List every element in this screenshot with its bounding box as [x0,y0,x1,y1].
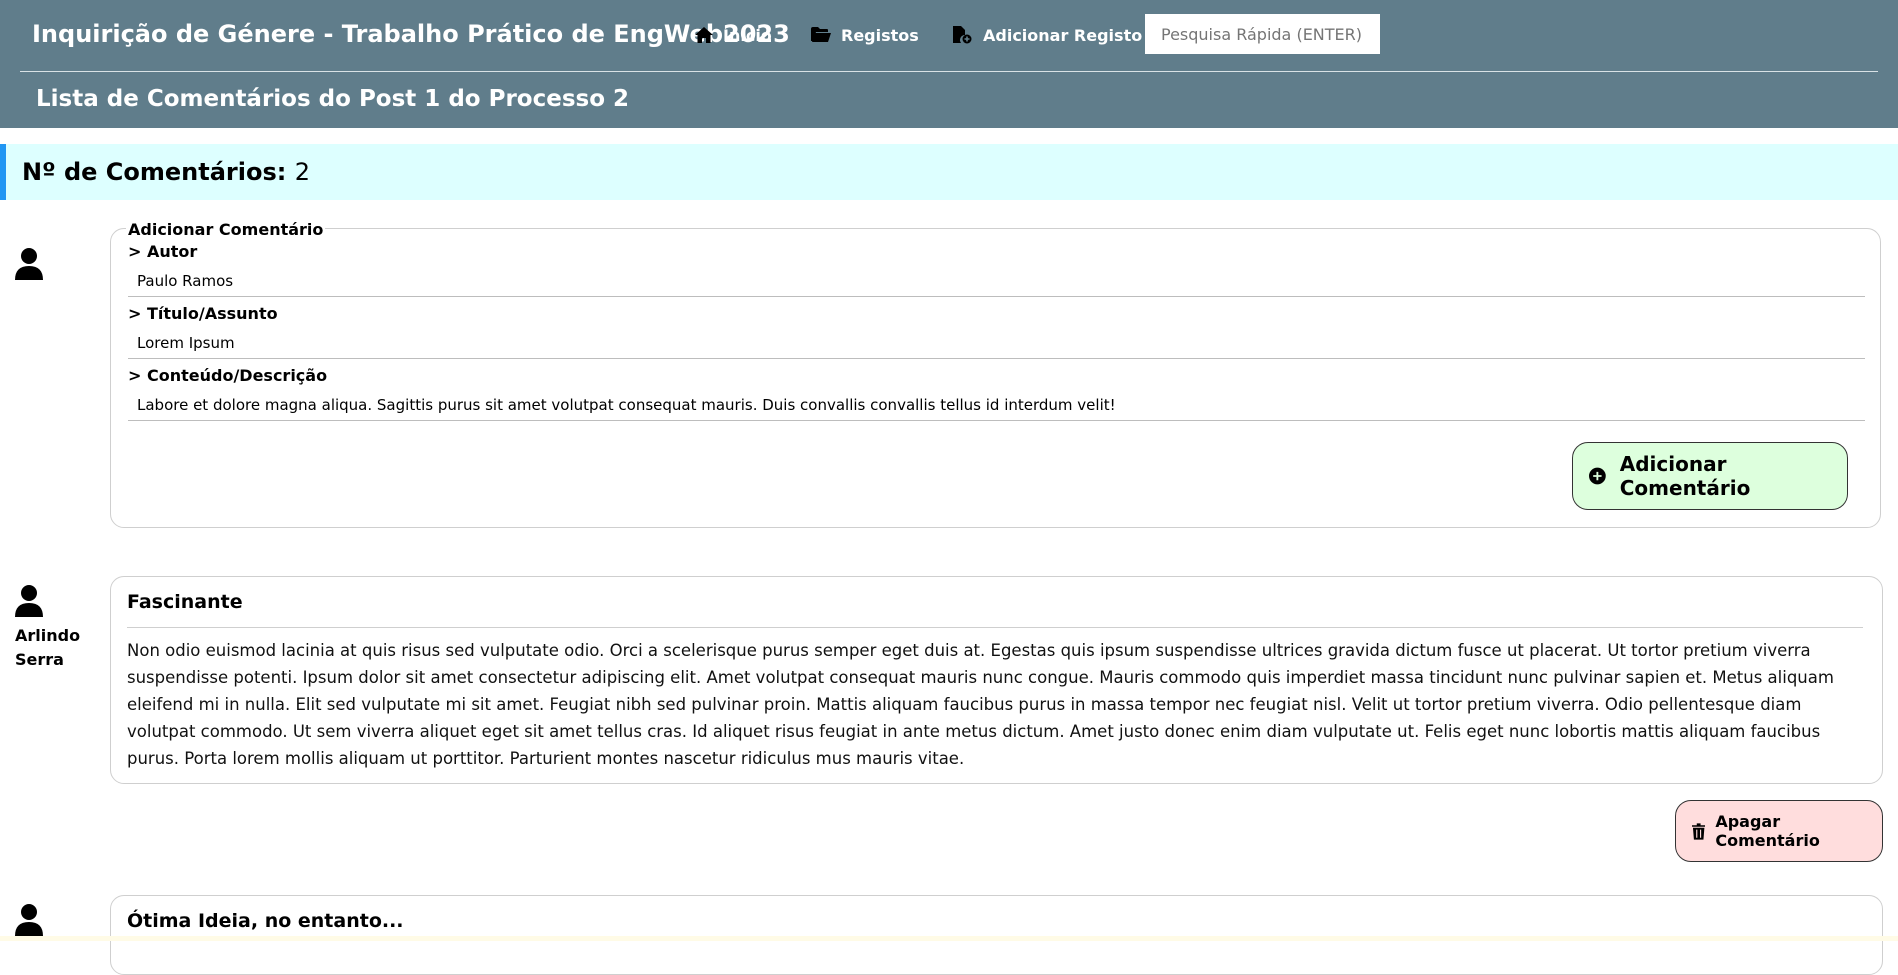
app-title[interactable]: Inquirição de Génere - Trabalho Prático … [32,20,790,48]
comment-count-value: 2 [294,158,311,186]
file-add-icon [953,26,972,44]
trash-icon [1692,822,1706,840]
add-comment-button-label: Adicionar Comentário [1619,452,1751,500]
author-field[interactable]: Paulo Ramos [128,267,1865,297]
user-avatar-icon [15,248,43,284]
user-avatar-icon [15,904,43,940]
add-comment-button[interactable]: Adicionar Comentário [1572,442,1848,510]
comment-author: Arlindo Serra [15,624,95,672]
delete-comment-button[interactable]: Apagar Comentário [1675,800,1883,862]
comment-count: Nº de Comentários: 2 [22,158,310,186]
content-field[interactable]: Labore et dolore magna aliqua. Sagittis … [128,391,1865,421]
delete-comment-button-label: Apagar Comentário [1715,812,1820,850]
nav-adicionar-registo[interactable]: Adicionar Registo [953,22,1142,48]
header-divider [20,71,1878,72]
page-bottom-edge [0,936,1898,941]
plus-circle-icon [1589,467,1606,485]
comment-author-last: Serra [15,650,64,669]
folder-open-icon [811,27,831,42]
page-title: Lista de Comentários do Post 1 do Proces… [36,86,630,112]
nav-inicio-label: Início [723,25,772,45]
title-label: > Título/Assunto [128,304,278,323]
comment-body: Non odio euismod lacinia at quis risus s… [127,641,1834,768]
user-avatar-icon [15,585,43,621]
comment-card: Fascinante Non odio euismod lacinia at q… [110,576,1883,784]
quick-search-input[interactable] [1145,14,1380,54]
comment-divider [127,627,1863,628]
comment-title: Fascinante [127,591,243,613]
comment-count-label: Nº de Comentários: [22,158,287,186]
comment-author-first: Arlindo [15,626,81,645]
home-icon [695,27,713,43]
comment-count-bar: Nº de Comentários: 2 [0,144,1898,200]
nav-inicio[interactable]: Início [695,22,772,48]
top-navigation-bar: Inquirição de Génere - Trabalho Prático … [0,0,1898,128]
nav-registos[interactable]: Registos [811,22,919,48]
content-label: > Conteúdo/Descrição [128,366,328,385]
nav-registos-label: Registos [841,25,919,45]
author-label: > Autor [128,242,198,261]
form-legend: Adicionar Comentário [126,220,326,239]
title-field[interactable]: Lorem Ipsum [128,329,1865,359]
comment-card: Ótima Ideia, no entanto... [110,895,1883,975]
nav-adicionar-registo-label: Adicionar Registo [983,25,1143,45]
comment-title: Ótima Ideia, no entanto... [127,910,404,932]
